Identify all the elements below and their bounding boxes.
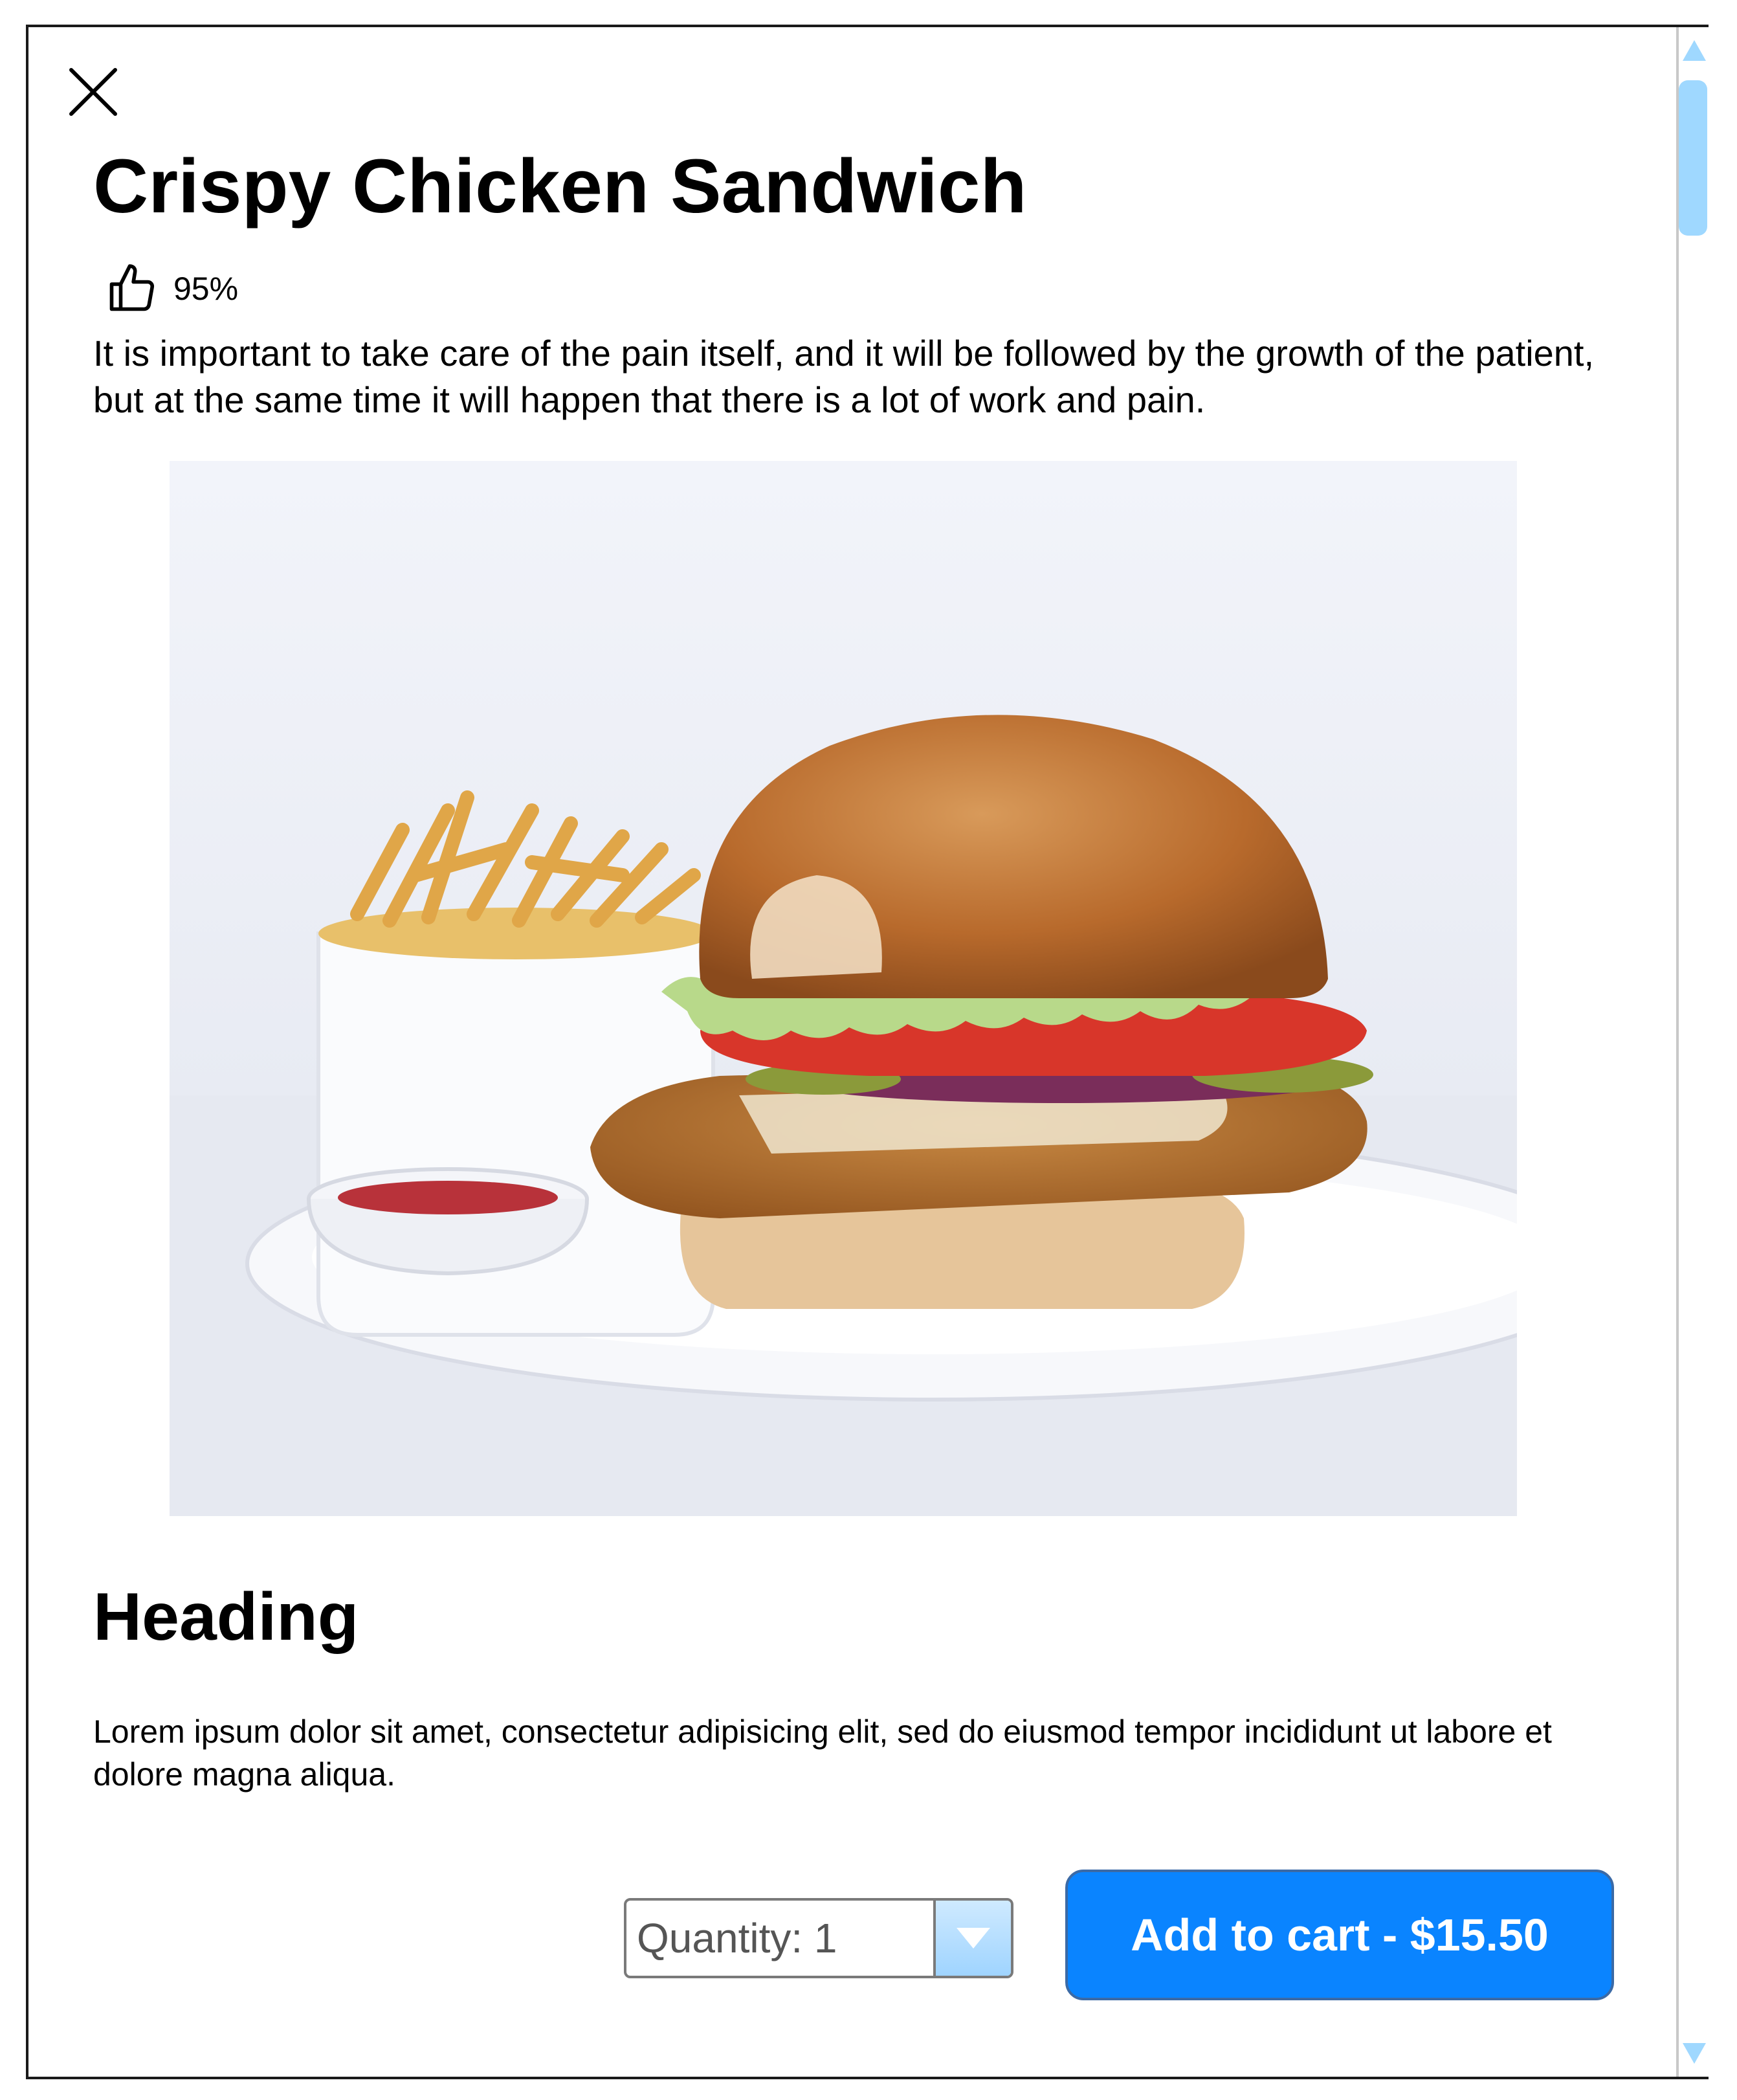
scrollbar-thumb[interactable] [1679, 80, 1707, 236]
scroll-down-arrow-icon[interactable] [1681, 2040, 1707, 2066]
section-body: Lorem ipsum dolor sit amet, consectetur … [93, 1714, 1552, 1793]
rating-percent: 95% [173, 271, 239, 307]
close-icon [69, 68, 117, 116]
product-modal: Crispy Chicken Sandwich 95% It is import… [26, 25, 1709, 2079]
add-to-cart-button[interactable]: Add to cart - $15.50 [1065, 1870, 1614, 2000]
product-description: It is important to take care of the pain… [93, 333, 1595, 420]
section-heading: Heading [93, 1580, 359, 1655]
chevron-down-icon [957, 1928, 990, 1949]
thumbs-up-icon [109, 264, 155, 311]
close-button[interactable] [65, 63, 122, 120]
sandwich-image [170, 461, 1517, 1516]
product-title: Crispy Chicken Sandwich [93, 144, 1027, 229]
scroll-up-arrow-icon[interactable] [1681, 38, 1707, 63]
quantity-select[interactable]: Quantity: 1 [624, 1898, 1013, 1978]
product-image [170, 461, 1517, 1516]
rating: 95% [105, 262, 238, 316]
quantity-label: Quantity: 1 [637, 1915, 837, 1961]
scrollbar[interactable] [1676, 27, 1709, 2077]
quantity-dropdown-button[interactable] [933, 1901, 1011, 1976]
